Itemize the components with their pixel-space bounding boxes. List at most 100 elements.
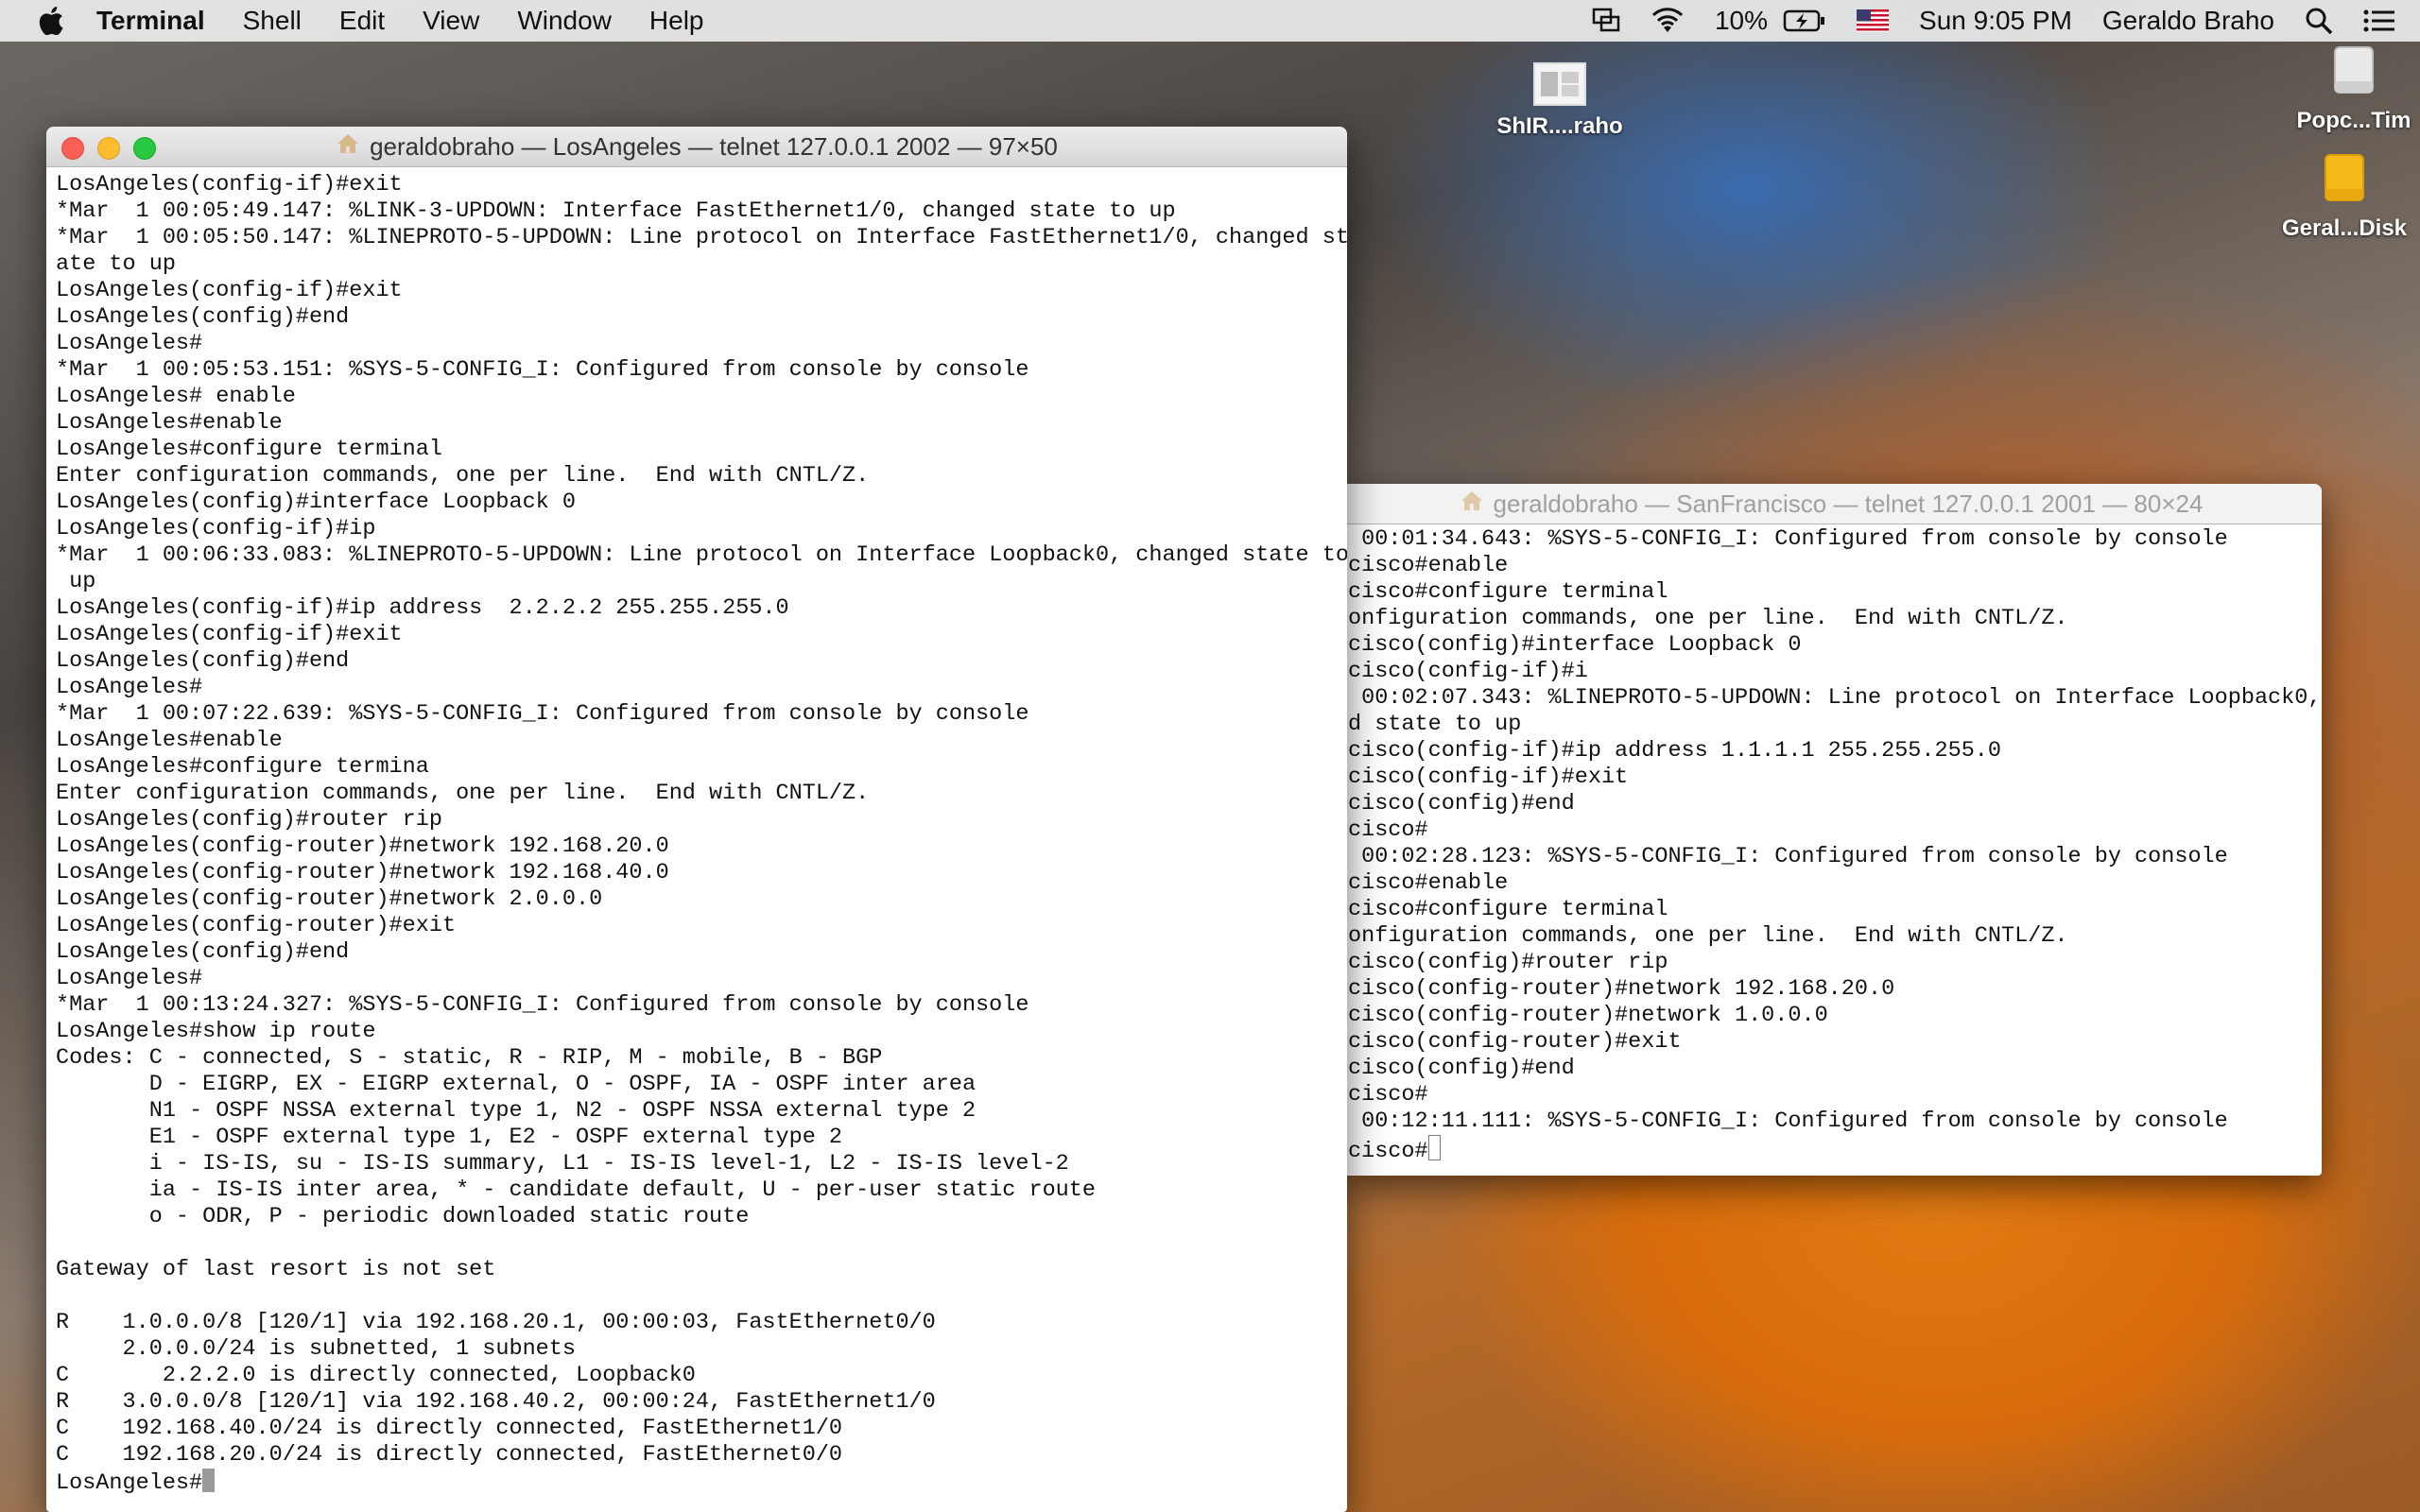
menu-view[interactable]: View [404,0,498,42]
text-cursor [1427,1135,1441,1160]
apple-menu-icon[interactable] [25,0,78,42]
terminal-line: LosAngeles(config)#end [56,304,350,330]
menu-window[interactable]: Window [498,0,631,42]
close-button[interactable] [61,137,84,160]
terminal-window-sanfrancisco[interactable]: geraldobraho — SanFrancisco — telnet 127… [1340,484,2322,1176]
terminal-line: *Mar 1 00:05:49.147: %LINK-3-UPDOWN: Int… [56,198,1176,224]
minimize-button[interactable] [97,137,120,160]
terminal-line: LosAngeles# [56,331,203,356]
terminal-line: 00:02:07.343: %LINEPROTO-5-UPDOWN: Line … [1348,685,2322,711]
terminal-line: LosAngeles(config-if)#exit [56,172,403,198]
terminal-line: ate to up [56,251,176,277]
terminal-line: cisco#enable [1348,870,1509,896]
terminal-line: LosAngeles#configure terminal [56,437,442,462]
terminal-line: LosAngeles(config-router)#network 192.16… [56,833,669,859]
clock[interactable]: Sun 9:05 PM [1904,0,2087,42]
terminal-line: R 3.0.0.0/8 [120/1] via 192.168.40.2, 00… [56,1389,936,1415]
terminal-line: cisco(config-if)#i [1348,659,1588,684]
menu-bar: Terminal Shell Edit View Window Help 10%… [0,0,2420,42]
window-title: geraldobraho — LosAngeles — telnet 127.0… [370,131,1058,161]
terminal-line: R 1.0.0.0/8 [120/1] via 192.168.20.1, 00… [56,1310,936,1335]
terminal-line: o - ODR, P - periodic downloaded static … [56,1204,750,1229]
terminal-line: cisco# [1348,817,1428,843]
terminal-line: *Mar 1 00:07:22.639: %SYS-5-CONFIG_I: Co… [56,701,1029,727]
terminal-window-losangeles[interactable]: geraldobraho — LosAngeles — telnet 127.0… [46,127,1347,1512]
terminal-prompt[interactable]: cisco# [1348,1135,2312,1164]
screen-mirroring-icon[interactable] [1577,8,1635,34]
terminal-line: LosAngeles#enable [56,410,283,436]
terminal-line: up [56,569,96,594]
terminal-line: d state to up [1348,712,1522,737]
drive-icon [2329,43,2378,100]
terminal-line: LosAngeles(config)#end [56,939,350,965]
desktop-icon-screenshot[interactable]: ShIR....raho [1475,62,1645,140]
terminal-output[interactable]: 00:01:34.643: %SYS-5-CONFIG_I: Configure… [1340,524,2322,1164]
spotlight-search-icon[interactable] [2290,7,2348,35]
terminal-line: LosAngeles# [56,675,203,700]
terminal-line: cisco(config-router)#network 1.0.0.0 [1348,1003,1828,1028]
terminal-line: cisco#enable [1348,553,1509,578]
battery-percentage[interactable]: 10% [1700,0,1783,42]
terminal-line: 2.0.0.0/24 is subnetted, 1 subnets [56,1336,577,1362]
terminal-line: cisco#configure terminal [1348,579,1668,605]
desktop-icon-popcorn-time[interactable]: Popc...Tim [2288,43,2420,134]
notification-center-icon[interactable] [2348,9,2420,33]
terminal-line: N1 - OSPF NSSA external type 1, N2 - OSP… [56,1098,977,1124]
terminal-line: *Mar 1 00:05:50.147: %LINEPROTO-5-UPDOWN… [56,225,1347,250]
zoom-button[interactable] [133,137,156,160]
external-disk-icon [2320,151,2369,208]
terminal-line: LosAngeles(config-if)#ip address 2.2.2.2… [56,595,789,621]
terminal-line: onfiguration commands, one per line. End… [1348,923,2068,949]
terminal-line: cisco(config)#end [1348,791,1575,816]
terminal-line: LosAngeles(config)#router rip [56,807,442,833]
prompt-text: LosAngeles# [56,1470,203,1496]
menu-edit[interactable]: Edit [320,0,404,42]
user-name[interactable]: Geraldo Braho [2087,0,2290,42]
terminal-line: LosAngeles(config-if)#exit [56,622,403,647]
window-titlebar[interactable]: geraldobraho — LosAngeles — telnet 127.0… [46,127,1347,167]
terminal-line: LosAngeles(config-router)#network 192.16… [56,860,669,885]
terminal-line: cisco(config-if)#ip address 1.1.1.1 255.… [1348,738,2002,764]
terminal-line: LosAngeles#show ip route [56,1019,376,1044]
desktop-icon-geraldo-disk[interactable]: Geral...Disk [2269,151,2420,242]
terminal-line: cisco#configure terminal [1348,897,1668,922]
us-flag-icon[interactable] [1841,9,1904,32]
terminal-line: onfiguration commands, one per line. End… [1348,606,2068,631]
wifi-icon[interactable] [1635,8,1700,34]
terminal-prompt[interactable]: LosAngeles# [56,1469,1338,1496]
terminal-line: C 2.2.2.0 is directly connected, Loopbac… [56,1363,696,1388]
menu-app-name[interactable]: Terminal [78,0,224,42]
screenshot-file-icon [1533,62,1586,106]
terminal-output[interactable]: LosAngeles(config-if)#exit *Mar 1 00:05:4… [46,167,1347,1496]
terminal-line: ia - IS-IS inter area, * - candidate def… [56,1177,1096,1203]
terminal-line: LosAngeles(config-router)#exit [56,913,457,938]
menu-shell[interactable]: Shell [224,0,320,42]
terminal-line: LosAngeles# enable [56,384,296,409]
terminal-line: Gateway of last resort is not set [56,1257,496,1282]
terminal-line: LosAngeles#configure termina [56,754,429,780]
terminal-line: LosAngeles(config)#end [56,648,350,674]
home-folder-icon [336,132,360,162]
terminal-line: LosAngeles(config)#interface Loopback 0 [56,490,576,515]
battery-charging-icon[interactable] [1783,9,1841,33]
text-cursor [202,1469,216,1492]
terminal-line: i - IS-IS, su - IS-IS summary, L1 - IS-I… [56,1151,1069,1177]
desktop-icon-label: Geral...Disk [2281,215,2408,241]
terminal-line: *Mar 1 00:05:53.151: %SYS-5-CONFIG_I: Co… [56,357,1029,383]
menu-help[interactable]: Help [631,0,723,42]
terminal-line: 00:12:11.111: %SYS-5-CONFIG_I: Configure… [1348,1108,2228,1134]
window-title: geraldobraho — SanFrancisco — telnet 127… [1493,489,2204,518]
terminal-line: 00:02:28.123: %SYS-5-CONFIG_I: Configure… [1348,844,2228,869]
terminal-line: cisco(config-if)#exit [1348,765,1629,790]
terminal-line: LosAngeles(config-router)#network 2.0.0.… [56,886,603,912]
terminal-line: cisco(config)#interface Loopback 0 [1348,632,1802,658]
prompt-text: cisco# [1348,1139,1428,1164]
terminal-line: LosAngeles(config-if)#ip [56,516,376,541]
window-titlebar[interactable]: geraldobraho — SanFrancisco — telnet 127… [1340,484,2322,524]
terminal-line: cisco(config)#router rip [1348,950,1668,975]
terminal-line: LosAngeles# [56,966,203,991]
terminal-line: LosAngeles(config-if)#exit [56,278,403,303]
terminal-line: C 192.168.40.0/24 is directly connected,… [56,1416,843,1441]
